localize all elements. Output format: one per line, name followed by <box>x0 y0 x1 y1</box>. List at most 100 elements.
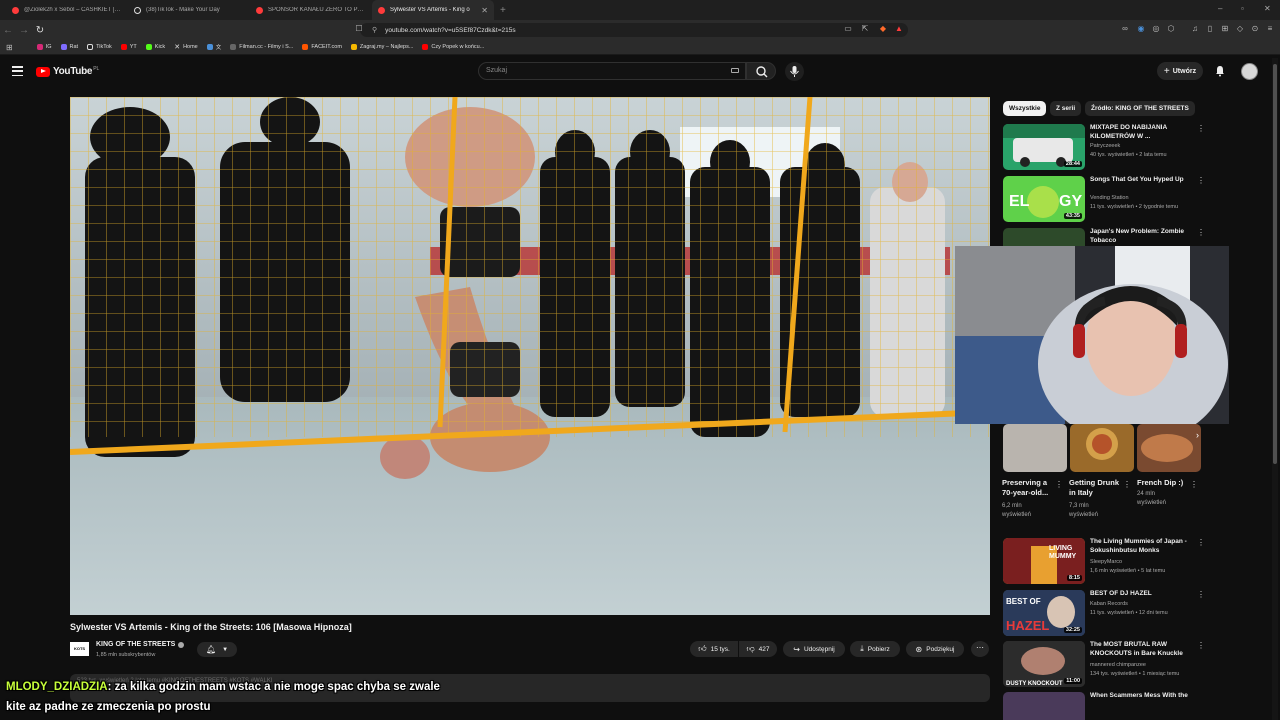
menu-icon[interactable]: ≡ <box>1265 24 1275 34</box>
extension-icon[interactable]: ⬡ <box>1166 24 1176 34</box>
back-icon[interactable]: ← <box>0 25 16 36</box>
chevron-right-icon[interactable]: › <box>1196 430 1199 440</box>
page-scrollbar[interactable] <box>1272 58 1278 720</box>
browser-tab[interactable]: SPONSOR KANAŁU ZERO TO PRAŁN <box>250 0 372 20</box>
search-button[interactable] <box>746 62 776 80</box>
new-tab-icon[interactable]: + <box>494 5 512 16</box>
x-icon: ✕ <box>174 44 181 51</box>
more-options-icon[interactable]: ⋮ <box>1197 590 1205 599</box>
extension-icon[interactable]: ◉ <box>1136 24 1146 34</box>
keyboard-icon[interactable] <box>731 68 739 73</box>
channel-name: SleepyMarco <box>1090 559 1123 565</box>
address-bar[interactable]: ⚲ youtube.com/watch?v=u5SEf87Czdk&t=215s <box>360 23 908 37</box>
browser-tab[interactable]: (38)TikTok - Make Your Day <box>128 0 250 20</box>
more-options-icon[interactable]: ⋮ <box>1123 480 1131 489</box>
more-options-icon[interactable]: ⋮ <box>1197 228 1205 237</box>
minimize-icon[interactable]: – <box>1218 4 1222 13</box>
video-player[interactable] <box>70 97 990 615</box>
youtube-logo[interactable]: YouTube PL <box>36 66 99 77</box>
create-button[interactable]: + Utwórz <box>1157 62 1203 80</box>
share-button[interactable]: ↪ Udostępnij <box>783 641 845 657</box>
bookmark[interactable]: Rat <box>60 44 78 50</box>
apps-grid-icon[interactable]: ⊞ <box>6 43 13 52</box>
cast-icon[interactable]: ▭ <box>843 24 853 34</box>
more-options-icon[interactable]: ⋮ <box>1197 124 1205 133</box>
like-button[interactable]: 👍︎ 15 tys. <box>690 641 738 657</box>
bookmark[interactable]: Czy Popek w końcu... <box>422 44 484 50</box>
youtube-play-icon <box>36 66 50 77</box>
voice-search-button[interactable] <box>785 62 804 81</box>
chip-source[interactable]: Źródło: KING OF THE STREETS <box>1085 101 1195 116</box>
search-input[interactable]: Szukaj <box>478 62 746 80</box>
video-thumbnail[interactable]: BEST OF HAZEL 32:25 <box>1003 590 1085 636</box>
more-actions-icon[interactable]: ⋯ <box>971 641 989 657</box>
maximize-icon[interactable]: ▫ <box>1241 4 1244 13</box>
more-options-icon[interactable]: ⋮ <box>1197 176 1205 185</box>
reload-icon[interactable]: ↻ <box>32 25 48 36</box>
bookmark[interactable]: IG <box>36 44 52 50</box>
bookmark-label: Zagraj.my – Najleps... <box>359 44 414 50</box>
forward-icon[interactable]: → <box>16 25 32 36</box>
extension-icon[interactable]: ◎ <box>1151 24 1161 34</box>
bookmark[interactable]: Filman.cc - Filmy i S... <box>230 44 293 50</box>
account-avatar[interactable] <box>1241 63 1258 80</box>
more-options-icon[interactable]: ⋮ <box>1055 480 1063 489</box>
recommended-video[interactable]: 28:44 MIXTAPE DO NABIJANIA KILOMETRÓW W … <box>1003 124 1205 172</box>
subscription-bell-button[interactable]: 🔔︎ ▼ <box>197 642 237 657</box>
thanks-button[interactable]: ⊛ Podziękuj <box>906 641 964 657</box>
bookmark[interactable]: YT <box>120 44 137 50</box>
bookmark[interactable]: Kick <box>145 44 165 50</box>
recommended-video[interactable]: DUSTY KNOCKOUT 11:00 The MOST BRUTAL RAW… <box>1003 641 1205 689</box>
bookmark[interactable]: Zagraj.my – Najleps... <box>350 44 414 50</box>
microphone-icon <box>790 66 799 77</box>
channel-avatar[interactable]: KOTS <box>70 642 89 656</box>
browser-tab-active[interactable]: Sylwester VS Artemis - King o ✕ <box>372 0 494 20</box>
more-options-icon[interactable]: ⋮ <box>1197 692 1198 701</box>
short-thumbnail[interactable] <box>1137 424 1201 472</box>
recommended-video[interactable]: EL GY 43:35 Songs That Get You Hyped Up V… <box>1003 176 1205 224</box>
browser-tab[interactable]: @Ziolek2h x Sebol – CASHKIET [LIVE <box>6 0 128 20</box>
chip-series[interactable]: Z serii <box>1050 101 1082 116</box>
close-window-icon[interactable]: ✕ <box>1264 4 1271 13</box>
site-info-icon[interactable]: ⚲ <box>372 26 377 34</box>
sidebar-icon[interactable]: ▯ <box>1205 24 1215 34</box>
like-count: 15 tys. <box>710 645 730 653</box>
recommended-video[interactable]: BEST OF HAZEL 32:25 BEST OF DJ HAZEL Kaba… <box>1003 590 1205 638</box>
extensions-puzzle-icon[interactable]: ⊞ <box>1220 24 1230 34</box>
bookmark[interactable]: 文 <box>206 43 221 51</box>
recommended-video[interactable]: LIVING MUMMY 8:15 The Living Mummies of J… <box>1003 538 1205 586</box>
scrollbar-thumb[interactable] <box>1273 64 1277 464</box>
short-thumbnail[interactable] <box>1003 424 1067 472</box>
notifications-bell-icon[interactable] <box>1214 65 1226 77</box>
more-options-icon[interactable]: ⋮ <box>1197 641 1205 650</box>
vpn-icon[interactable]: ⊙ <box>1250 24 1260 34</box>
download-button[interactable]: ⤓ Pobierz <box>850 641 900 657</box>
video-thumbnail[interactable]: DUSTY KNOCKOUT 11:00 <box>1003 641 1085 687</box>
rewards-icon[interactable]: ▲ <box>894 24 904 34</box>
extension-icon[interactable]: ∞ <box>1120 24 1130 34</box>
hamburger-menu-icon[interactable] <box>12 66 23 76</box>
wallet-icon[interactable]: ◇ <box>1235 24 1245 34</box>
more-options-icon[interactable]: ⋮ <box>1197 538 1205 547</box>
stream-chat-overlay: MLODY_DZIADZIA: za kilka godzin mam wsta… <box>0 678 540 720</box>
short-thumbnail[interactable] <box>1070 424 1134 472</box>
media-icon[interactable]: ♫ <box>1190 24 1200 34</box>
bookmark[interactable]: TikTok <box>87 44 112 50</box>
recommended-video[interactable]: When Scammers Mess With the ⋮ <box>1003 692 1198 720</box>
close-tab-icon[interactable]: ✕ <box>481 6 488 15</box>
channel-name[interactable]: KING OF THE STREETS <box>96 641 185 648</box>
dislike-button[interactable]: 👎︎ 427 <box>739 641 777 657</box>
bookmark[interactable]: ✕ Home <box>174 43 198 51</box>
video-thumbnail[interactable]: 28:44 <box>1003 124 1085 170</box>
brave-shield-icon[interactable]: ◆ <box>878 24 888 34</box>
short-views: 6,2 mln <box>1002 503 1022 509</box>
bookmark-star-icon[interactable]: ☐ <box>354 24 364 34</box>
more-options-icon[interactable]: ⋮ <box>1190 480 1198 489</box>
video-thumbnail[interactable]: EL GY 43:35 <box>1003 176 1085 222</box>
short-art <box>1086 428 1118 460</box>
bookmark[interactable]: FACEIT.com <box>302 44 342 50</box>
share-icon[interactable]: ⇱ <box>860 24 870 34</box>
video-thumbnail[interactable] <box>1003 692 1085 720</box>
chip-all[interactable]: Wszystkie <box>1003 101 1047 116</box>
video-thumbnail[interactable]: LIVING MUMMY 8:15 <box>1003 538 1085 584</box>
